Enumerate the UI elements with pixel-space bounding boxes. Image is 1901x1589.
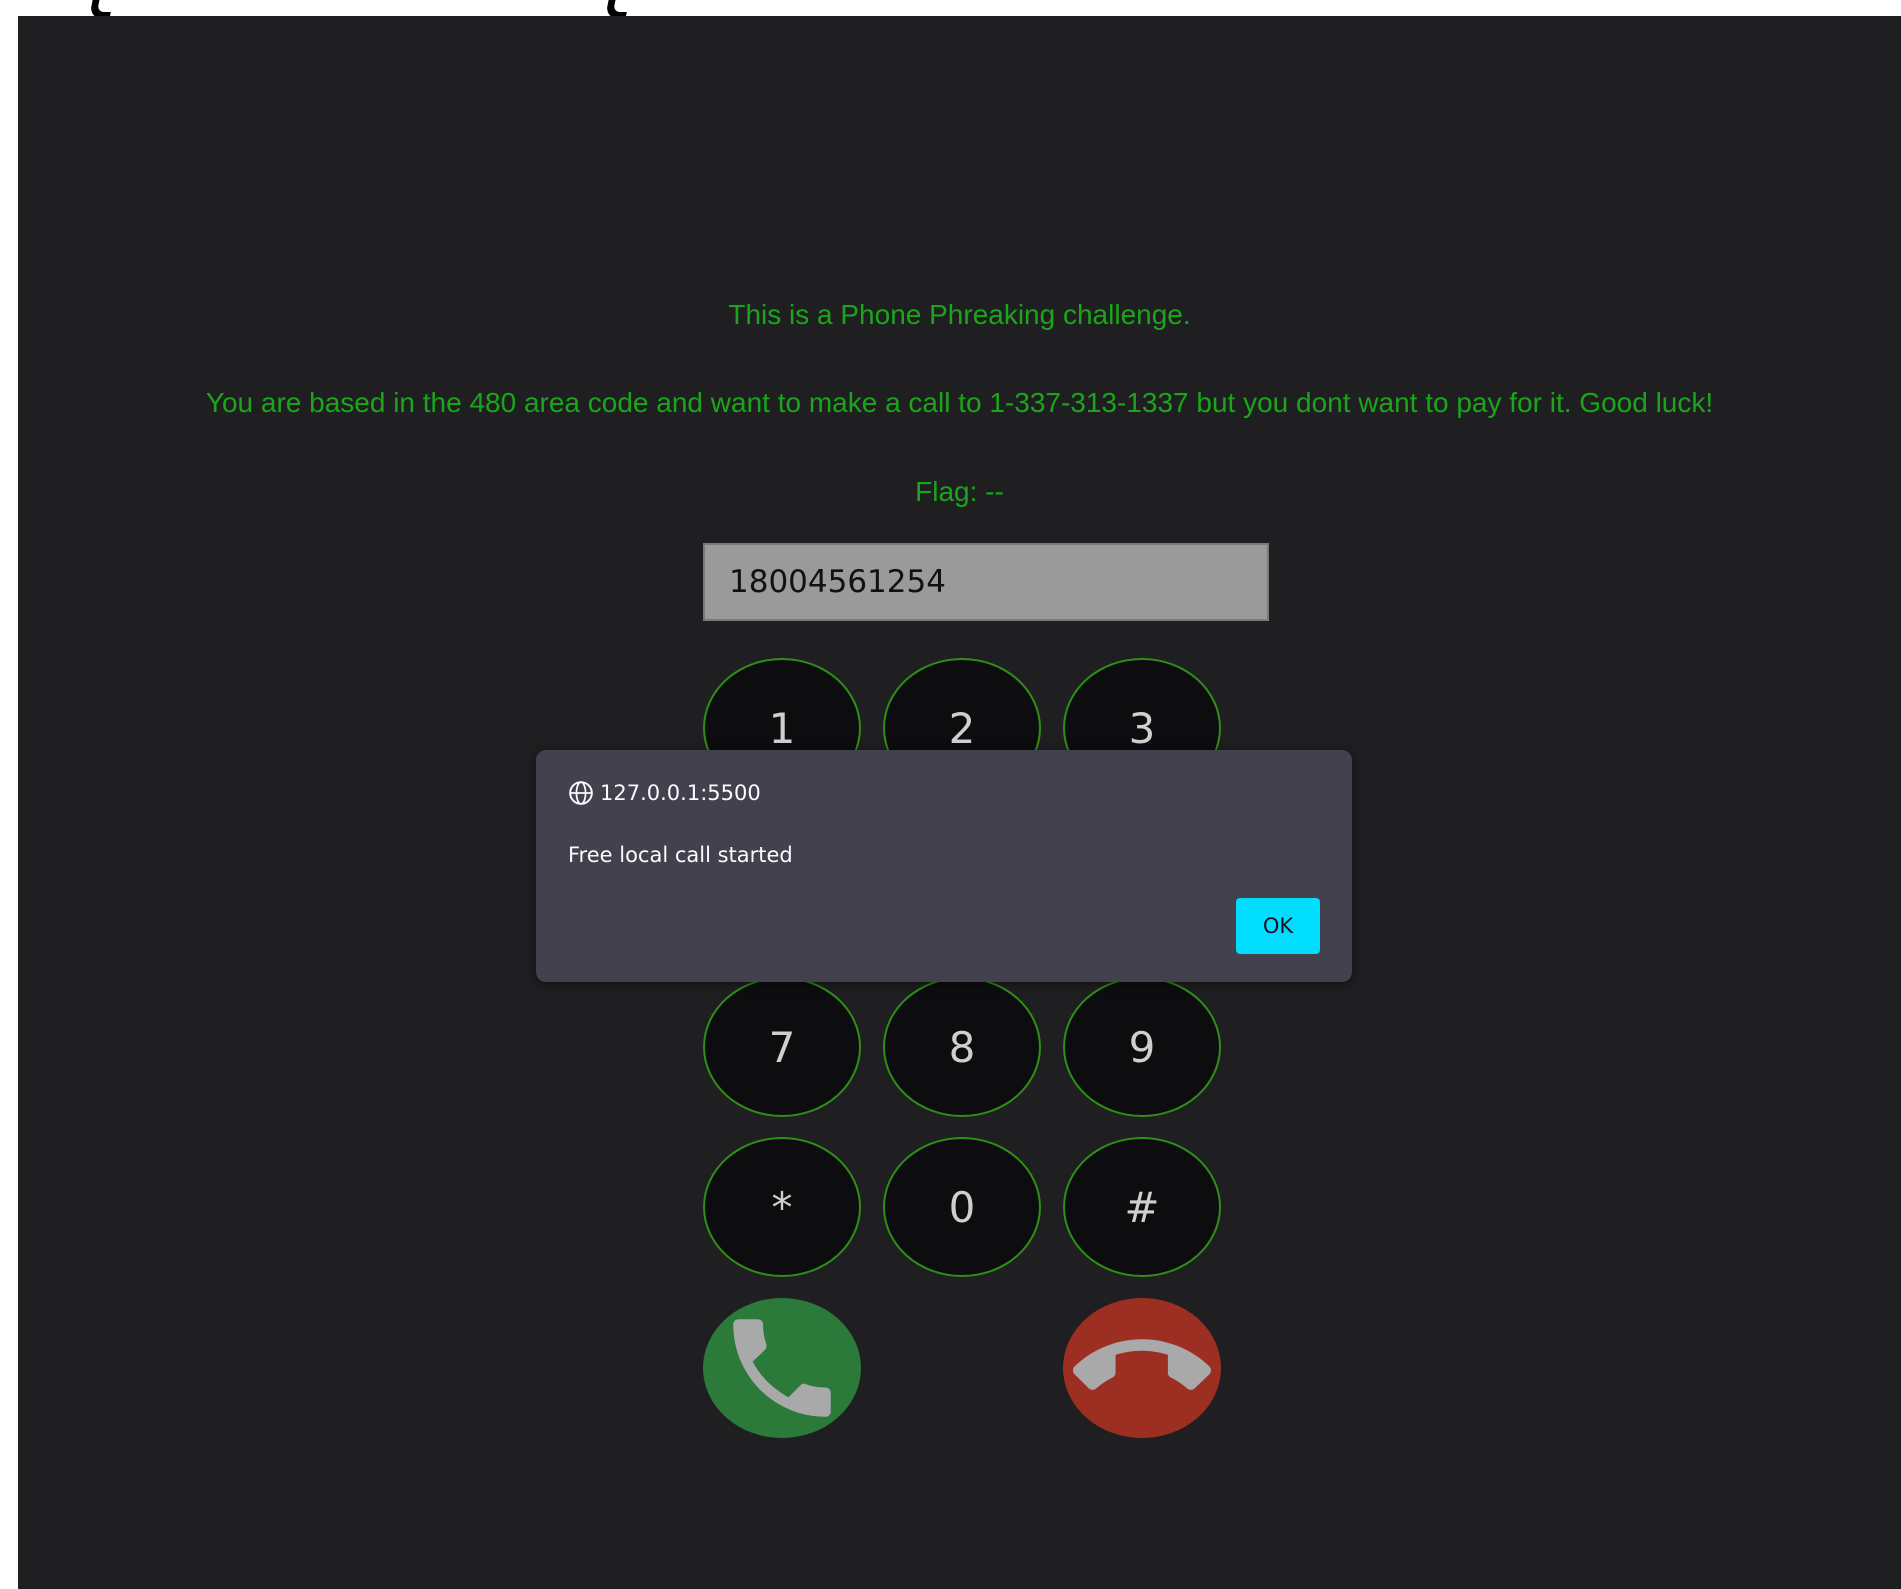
key-7[interactable]: 7 bbox=[703, 977, 861, 1117]
call-button[interactable] bbox=[703, 1298, 861, 1438]
phone-icon bbox=[733, 1319, 831, 1417]
clipped-glyph bbox=[88, 0, 117, 16]
dialog-origin: 127.0.0.1:5500 bbox=[568, 780, 761, 806]
key-hash[interactable]: # bbox=[1063, 1137, 1221, 1277]
clipped-glyph bbox=[604, 0, 633, 16]
key-0[interactable]: 0 bbox=[883, 1137, 1041, 1277]
phone-hangup-icon bbox=[1073, 1339, 1211, 1390]
flag-text: Flag: -- bbox=[915, 476, 1004, 507]
hangup-button[interactable] bbox=[1063, 1298, 1221, 1438]
dialed-number-display[interactable]: 18004561254 bbox=[703, 543, 1269, 621]
globe-icon bbox=[569, 781, 593, 805]
key-8[interactable]: 8 bbox=[883, 977, 1041, 1117]
key-9[interactable]: 9 bbox=[1063, 977, 1221, 1117]
key-star[interactable]: * bbox=[703, 1137, 861, 1277]
dialog-message: Free local call started bbox=[568, 843, 793, 867]
dialog-origin-text: 127.0.0.1:5500 bbox=[600, 781, 761, 805]
alert-dialog: 127.0.0.1:5500 Free local call started O… bbox=[536, 750, 1352, 982]
ok-button[interactable]: OK bbox=[1236, 898, 1320, 954]
clipped-heading-fragment bbox=[0, 0, 1901, 16]
intro-text: This is a Phone Phreaking challenge. bbox=[728, 299, 1191, 330]
challenge-description: You are based in the 480 area code and w… bbox=[205, 387, 1714, 418]
